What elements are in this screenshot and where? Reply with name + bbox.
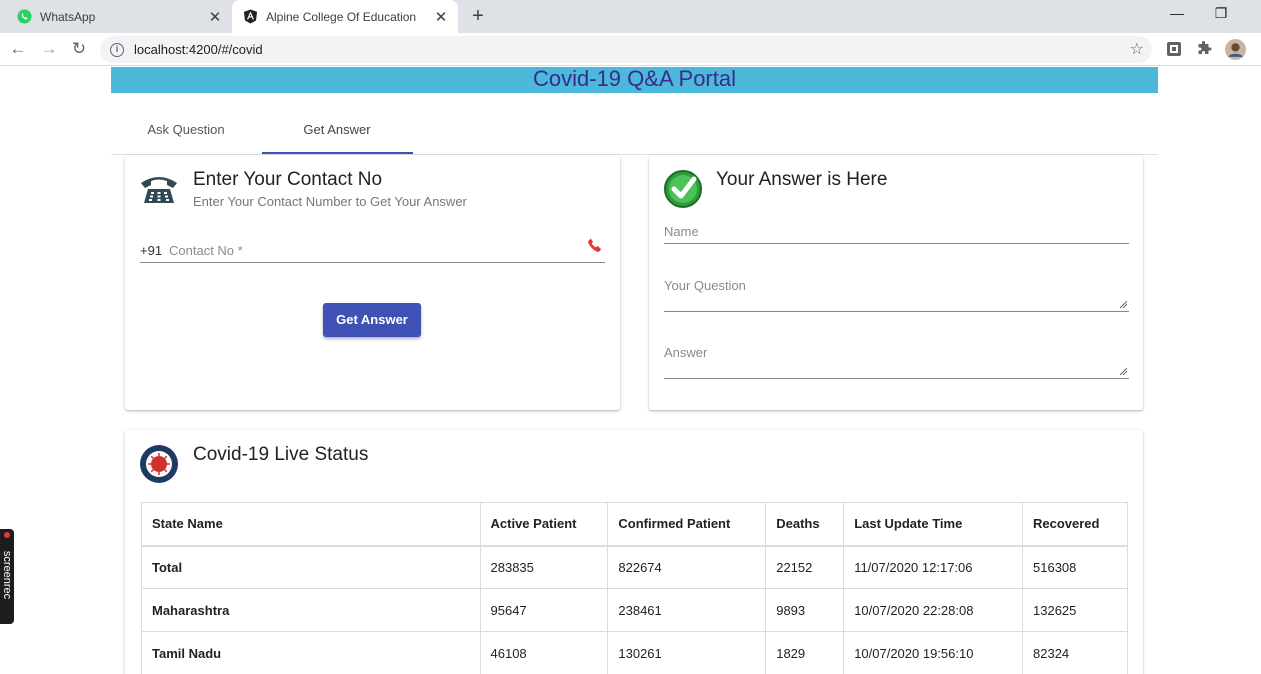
browser-tab-bar: WhatsApp ✕ Alpine College Of Education ✕… bbox=[0, 0, 1261, 33]
live-status-title: Covid-19 Live Status bbox=[193, 444, 369, 465]
browser-toolbar: ← → ↻ i localhost:4200/#/covid ☆ bbox=[0, 33, 1261, 66]
tab-ask-question[interactable]: Ask Question bbox=[111, 110, 261, 154]
forward-arrow-icon[interactable]: → bbox=[37, 38, 61, 60]
cell-deaths: 9893 bbox=[765, 588, 845, 632]
cell-state-name: Maharashtra bbox=[141, 588, 481, 632]
table-row: Maharashtra 95647 238461 9893 10/07/2020… bbox=[141, 588, 1128, 632]
cell-recovered: 516308 bbox=[1022, 545, 1128, 589]
column-header-deaths: Deaths bbox=[765, 502, 845, 547]
table-row: Total 283835 822674 22152 11/07/2020 12:… bbox=[141, 545, 1128, 589]
table-header-row: State Name Active Patient Confirmed Pati… bbox=[141, 502, 1128, 547]
new-tab-icon[interactable]: + bbox=[466, 4, 490, 28]
tab-group: Ask Question Get Answer bbox=[111, 110, 1158, 155]
cell-state-name: Total bbox=[141, 545, 481, 589]
column-header-recovered: Recovered bbox=[1022, 502, 1128, 547]
contact-card-subtitle: Enter Your Contact Number to Get Your An… bbox=[193, 194, 467, 209]
restore-icon[interactable]: ❐ bbox=[1209, 5, 1233, 22]
browser-tab-title: WhatsApp bbox=[40, 9, 96, 24]
close-tab-icon[interactable]: ✕ bbox=[429, 8, 453, 26]
page-title-banner: Covid-19 Q&A Portal bbox=[111, 67, 1158, 93]
answer-card: Your Answer is Here Name Your Question A… bbox=[649, 155, 1143, 410]
cell-confirmed: 822674 bbox=[607, 545, 767, 589]
live-status-card: Covid-19 Live Status State Name Active P… bbox=[125, 430, 1143, 674]
telephone-icon bbox=[139, 173, 179, 210]
your-question-label: Your Question bbox=[664, 278, 746, 293]
active-tab-indicator bbox=[262, 152, 413, 154]
column-header-last-update: Last Update Time bbox=[843, 502, 1023, 547]
reload-icon[interactable]: ↻ bbox=[67, 38, 91, 60]
cell-confirmed: 238461 bbox=[607, 588, 767, 632]
name-field[interactable]: Name bbox=[664, 215, 1129, 244]
contact-number-field[interactable]: +91 Contact No * bbox=[140, 233, 605, 263]
check-icon bbox=[663, 169, 703, 214]
close-tab-icon[interactable]: ✕ bbox=[203, 8, 227, 26]
contact-number-label: Contact No * bbox=[169, 243, 243, 258]
cell-active: 46108 bbox=[479, 631, 609, 674]
corona-virus-icon bbox=[139, 444, 179, 489]
live-status-table: State Name Active Patient Confirmed Pati… bbox=[141, 502, 1128, 674]
cell-last-update: 11/07/2020 12:17:06 bbox=[843, 545, 1023, 589]
tab-get-answer[interactable]: Get Answer bbox=[262, 110, 412, 154]
answer-field[interactable]: Answer bbox=[664, 337, 1129, 379]
column-header-active: Active Patient bbox=[479, 502, 609, 547]
country-code-prefix: +91 bbox=[140, 243, 163, 258]
puzzle-icon[interactable] bbox=[1196, 41, 1214, 59]
cell-last-update: 10/07/2020 19:56:10 bbox=[843, 631, 1023, 674]
angular-icon bbox=[243, 9, 258, 24]
resize-grip-icon[interactable] bbox=[1120, 301, 1127, 308]
browser-tab-alpine[interactable]: Alpine College Of Education ✕ bbox=[232, 0, 458, 33]
get-answer-button[interactable]: Get Answer bbox=[323, 303, 421, 337]
minimize-icon[interactable]: — bbox=[1165, 5, 1189, 21]
screenrec-overlay[interactable]: screenrec bbox=[0, 529, 14, 624]
page-title: Covid-19 Q&A Portal bbox=[533, 66, 736, 91]
resize-grip-icon[interactable] bbox=[1120, 368, 1127, 375]
browser-tab-title: Alpine College Of Education bbox=[266, 9, 417, 24]
cell-recovered: 82324 bbox=[1022, 631, 1128, 674]
cell-deaths: 22152 bbox=[765, 545, 845, 589]
bookmark-star-icon[interactable]: ☆ bbox=[1130, 39, 1144, 59]
site-info-icon[interactable]: i bbox=[110, 42, 124, 57]
phone-icon bbox=[587, 237, 603, 258]
address-bar[interactable]: i localhost:4200/#/covid ☆ bbox=[100, 36, 1152, 63]
answer-card-title: Your Answer is Here bbox=[716, 169, 888, 190]
contact-card-title: Enter Your Contact No bbox=[193, 169, 383, 190]
address-text: localhost:4200/#/covid bbox=[134, 42, 263, 57]
cell-confirmed: 130261 bbox=[607, 631, 767, 674]
cell-last-update: 10/07/2020 22:28:08 bbox=[843, 588, 1023, 632]
screenrec-label: screenrec bbox=[1, 550, 13, 600]
column-header-state: State Name bbox=[141, 502, 481, 547]
your-question-field[interactable]: Your Question bbox=[664, 270, 1129, 312]
browser-tab-whatsapp[interactable]: WhatsApp ✕ bbox=[0, 0, 232, 33]
contact-card: Enter Your Contact No Enter Your Contact… bbox=[125, 155, 620, 410]
cell-deaths: 1829 bbox=[765, 631, 845, 674]
back-arrow-icon[interactable]: ← bbox=[6, 38, 30, 60]
cell-active: 283835 bbox=[479, 545, 609, 589]
cell-recovered: 132625 bbox=[1022, 588, 1128, 632]
extension-icon[interactable] bbox=[1166, 41, 1184, 59]
answer-label: Answer bbox=[664, 345, 708, 360]
cell-state-name: Tamil Nadu bbox=[141, 631, 481, 674]
table-row: Tamil Nadu 46108 130261 1829 10/07/2020 … bbox=[141, 631, 1128, 674]
avatar[interactable] bbox=[1225, 39, 1246, 60]
column-header-confirmed: Confirmed Patient bbox=[607, 502, 767, 547]
cell-active: 95647 bbox=[479, 588, 609, 632]
whatsapp-icon bbox=[17, 9, 32, 24]
name-label: Name bbox=[664, 224, 699, 239]
